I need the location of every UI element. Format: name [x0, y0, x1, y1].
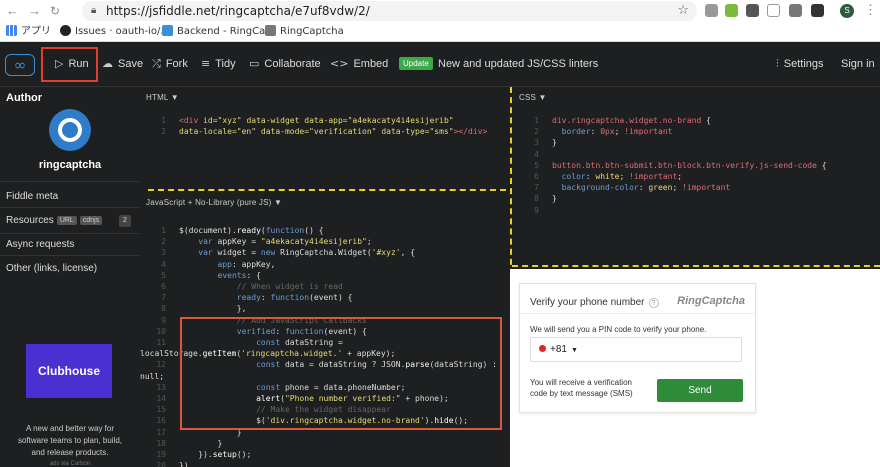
- menu-dots-icon[interactable]: ⋮: [864, 2, 877, 18]
- ad-attribution[interactable]: ads via Carbon: [0, 461, 140, 467]
- extension-icon[interactable]: [705, 4, 718, 17]
- other-links[interactable]: Other (links, license): [6, 263, 97, 274]
- phone-input[interactable]: +81 ▼: [530, 337, 742, 362]
- divider: [0, 207, 140, 208]
- lock-icon: 🔒︎: [91, 5, 97, 16]
- author-label: Author: [6, 92, 43, 104]
- collaborate-button[interactable]: ▭ Collaborate: [249, 56, 321, 72]
- ad-brand: Clubhouse: [38, 364, 100, 378]
- chevron-down-icon[interactable]: ▼: [571, 347, 578, 354]
- lines-icon: ≡: [201, 57, 211, 70]
- css-panel-title[interactable]: CSS ▼: [519, 93, 547, 102]
- extension-icon[interactable]: [725, 4, 738, 17]
- chat-icon: ▭: [249, 57, 260, 70]
- resources-item[interactable]: Resources URL cdnjs: [6, 215, 103, 226]
- github-icon: [60, 25, 71, 36]
- fork-icon: ⤮: [152, 57, 161, 70]
- divider: [520, 313, 755, 314]
- tidy-button[interactable]: ≡ Tidy: [201, 56, 236, 72]
- page-icon: [162, 25, 173, 36]
- update-badge: Update: [399, 57, 433, 70]
- ad-text[interactable]: A new and better way for software teams …: [0, 423, 140, 459]
- extension-icon[interactable]: [767, 4, 780, 17]
- bookmark-issues[interactable]: Issues · oauth-io/…: [60, 22, 170, 41]
- reload-icon[interactable]: ↻: [50, 3, 60, 19]
- divider: [0, 181, 140, 182]
- result-panel: Verify your phone number? RingCaptcha We…: [510, 269, 880, 467]
- send-button[interactable]: Send: [657, 379, 743, 402]
- cloud-icon: ☁: [102, 57, 113, 70]
- resources-count: 2: [119, 215, 131, 227]
- country-code: +81: [550, 344, 567, 355]
- panel-divider[interactable]: [512, 265, 880, 267]
- jsfiddle-logo-icon[interactable]: ∞: [5, 54, 35, 76]
- divider: [0, 233, 140, 234]
- async-requests[interactable]: Async requests: [6, 239, 74, 250]
- url-text: https://jsfiddle.net/ringcaptcha/e7uf8vd…: [106, 4, 370, 18]
- panel-divider[interactable]: [148, 189, 506, 191]
- save-button[interactable]: ☁ Save: [102, 56, 143, 72]
- bookmark-apps[interactable]: アプリ: [6, 22, 51, 41]
- divider: [0, 255, 140, 256]
- cdnjs-badge: cdnjs: [79, 216, 103, 225]
- folder-icon: [265, 25, 276, 36]
- signin-link[interactable]: Sign in: [841, 56, 875, 72]
- update-message[interactable]: New and updated JS/CSS linters: [438, 56, 598, 72]
- ad-banner[interactable]: Clubhouse: [26, 344, 112, 398]
- css-editor[interactable]: 1 div.ringcaptcha.widget.no-brand { 2 bor…: [513, 115, 826, 216]
- widget-title: Verify your phone number?: [530, 297, 659, 308]
- extension-icon[interactable]: [811, 4, 824, 17]
- sms-message: You will receive a verification code by t…: [530, 378, 633, 398]
- run-highlight: [41, 47, 98, 82]
- ringcaptcha-brand: RingCaptcha: [677, 295, 745, 307]
- css-panel[interactable]: CSS ▼ 1 div.ringcaptcha.widget.no-brand {…: [513, 87, 880, 265]
- embed-button[interactable]: <> Embed: [330, 56, 388, 72]
- html-editor[interactable]: 1 <div id="xyz" data-widget data-app="a4e…: [140, 115, 487, 137]
- url-badge: URL: [56, 216, 77, 225]
- fiddle-meta[interactable]: Fiddle meta: [6, 191, 58, 202]
- html-panel-title[interactable]: HTML ▼: [146, 93, 179, 102]
- bookmark-ringcaptcha[interactable]: RingCaptcha: [265, 22, 344, 41]
- sidebar: Author ringcaptcha Fiddle meta Resources…: [0, 87, 140, 467]
- back-icon[interactable]: ←: [6, 3, 19, 19]
- address-bar[interactable]: 🔒︎ https://jsfiddle.net/ringcaptcha/e7uf…: [82, 1, 697, 21]
- japan-flag-icon: [539, 345, 546, 352]
- fork-button[interactable]: ⤮ Fork: [152, 56, 188, 72]
- sliders-icon: ⫶: [776, 57, 779, 70]
- browser-chrome: ← → ↻ 🔒︎ https://jsfiddle.net/ringcaptch…: [0, 0, 880, 42]
- bookmark-star-icon[interactable]: ☆: [677, 1, 689, 21]
- forward-icon[interactable]: →: [28, 3, 41, 19]
- profile-avatar[interactable]: S: [840, 4, 854, 18]
- avatar[interactable]: [49, 109, 91, 151]
- settings-button[interactable]: ⫶ Settings: [776, 56, 824, 72]
- js-panel-title[interactable]: JavaScript + No-Library (pure JS) ▼: [146, 198, 282, 207]
- code-highlight: [180, 317, 502, 430]
- apps-grid-icon: [6, 25, 17, 36]
- code-brackets-icon: <>: [330, 57, 349, 70]
- pin-message: We will send you a PIN code to verify yo…: [530, 325, 707, 334]
- js-panel[interactable]: JavaScript + No-Library (pure JS) ▼ 1 $(d…: [140, 192, 510, 467]
- extension-icon[interactable]: [789, 4, 802, 17]
- help-icon[interactable]: ?: [648, 298, 659, 308]
- extension-icon[interactable]: [746, 4, 759, 17]
- ringcaptcha-widget: Verify your phone number? RingCaptcha We…: [519, 283, 756, 413]
- jsfiddle-toolbar: ∞ ▷ Run ☁ Save ⤮ Fork ≡ Tidy ▭ Collaborate <>…: [0, 42, 880, 87]
- html-panel[interactable]: HTML ▼ 1 <div id="xyz" data-widget data-a…: [140, 87, 510, 188]
- bookmarks-bar: アプリ Issues · oauth-io/… Backend - RingCa…: [0, 22, 880, 41]
- bookmark-backend[interactable]: Backend - RingCa…: [162, 22, 275, 41]
- author-username[interactable]: ringcaptcha: [0, 159, 140, 171]
